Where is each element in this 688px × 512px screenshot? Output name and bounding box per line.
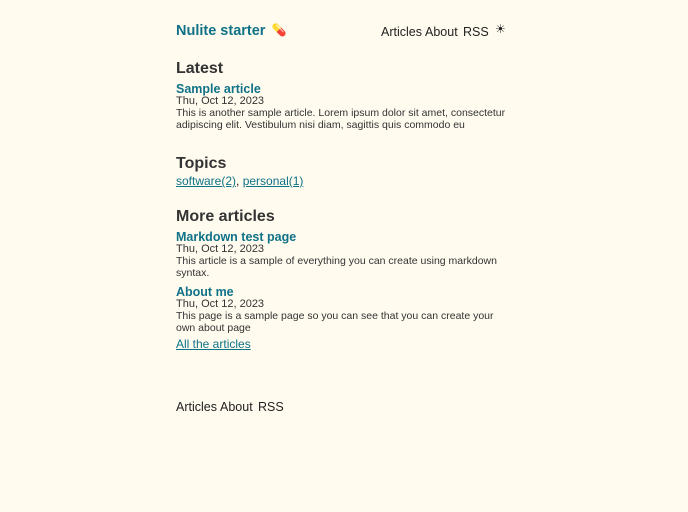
- footer-nav-about[interactable]: About: [220, 400, 253, 414]
- nav-about[interactable]: About: [425, 25, 458, 39]
- topics-heading: Topics: [176, 155, 227, 172]
- topic-separator: ,: [236, 174, 243, 188]
- latest-article-summary: This is another sample article. Lorem ip…: [176, 107, 506, 131]
- nav-articles[interactable]: Articles: [381, 25, 422, 39]
- article-date-about: Thu, Oct 12, 2023: [176, 298, 265, 310]
- footer-nav-articles[interactable]: Articles: [176, 400, 217, 414]
- article-title-about[interactable]: About me: [176, 285, 234, 299]
- page: Nulite starter 💊 Articles About RSS ☀ La…: [0, 0, 688, 512]
- article-summary-markdown: This article is a sample of everything y…: [176, 255, 497, 279]
- theme-toggle-sun-icon[interactable]: ☀: [495, 23, 506, 35]
- more-articles-heading: More articles: [176, 208, 275, 225]
- pill-icon: 💊: [271, 23, 287, 37]
- topics-list: software(2), personal(1): [176, 174, 303, 188]
- latest-heading: Latest: [176, 60, 224, 77]
- latest-article-date: Thu, Oct 12, 2023: [176, 95, 265, 107]
- site-title-link[interactable]: Nulite starter 💊: [176, 23, 286, 39]
- latest-article-title[interactable]: Sample article: [176, 82, 261, 96]
- site-title-text: Nulite starter: [176, 23, 266, 39]
- topic-link-software[interactable]: software(2): [176, 174, 236, 188]
- article-date-markdown: Thu, Oct 12, 2023: [176, 243, 265, 255]
- article-title-markdown[interactable]: Markdown test page: [176, 230, 296, 244]
- topic-link-personal[interactable]: personal(1): [243, 174, 304, 188]
- footer-nav-rss[interactable]: RSS: [258, 400, 284, 414]
- article-summary-about: This page is a sample page so you can se…: [176, 310, 494, 334]
- nav-rss[interactable]: RSS: [463, 25, 489, 39]
- all-articles-link[interactable]: All the articles: [176, 337, 251, 351]
